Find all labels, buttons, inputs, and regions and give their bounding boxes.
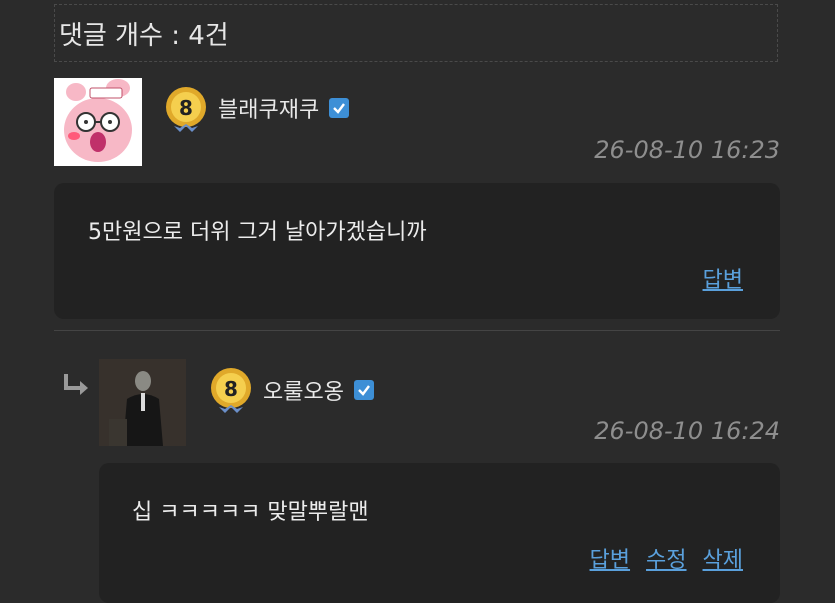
avatar[interactable] [99,359,186,446]
comment-date: 26-08-10 16:24 [594,417,780,445]
comment-actions: 답변 수정 삭제 [590,542,743,574]
comment-actions: 답변 [703,262,743,294]
verified-check-icon [353,380,374,400]
reply-button[interactable]: 답변 [703,262,743,294]
level-badge-icon: 8 [166,87,206,132]
author-name[interactable]: 오룰오옹 [263,374,344,406]
reply-arrow-icon [64,374,88,395]
comment-body-box [99,463,780,603]
comment-body-box [54,183,780,319]
svg-text:8: 8 [224,377,238,401]
svg-text:8: 8 [179,96,193,120]
edit-button[interactable]: 수정 [646,542,686,574]
delete-button[interactable]: 삭제 [703,542,743,574]
comment-body: 십 ㅋㅋㅋㅋㅋ 맞말뿌랄맨 [132,500,369,525]
comment-divider [54,330,780,331]
level-badge-icon: 8 [211,368,251,413]
avatar[interactable] [54,78,142,166]
reply-button[interactable]: 답변 [590,542,630,574]
comment-author[interactable]: 블래쿠재쿠 [218,92,350,124]
comment-count-label: 댓글 개수 : 4건 [59,20,229,51]
comment-date: 26-08-10 16:23 [594,136,780,164]
comment-author[interactable]: 오룰오옹 [263,374,374,406]
author-name[interactable]: 블래쿠재쿠 [218,92,319,124]
verified-check-icon [329,98,350,118]
comment-count-header: 댓글 개수 : 4건 [54,4,778,62]
comment-body: 5만원으로 더위 그거 날아가겠습니까 [88,220,427,245]
